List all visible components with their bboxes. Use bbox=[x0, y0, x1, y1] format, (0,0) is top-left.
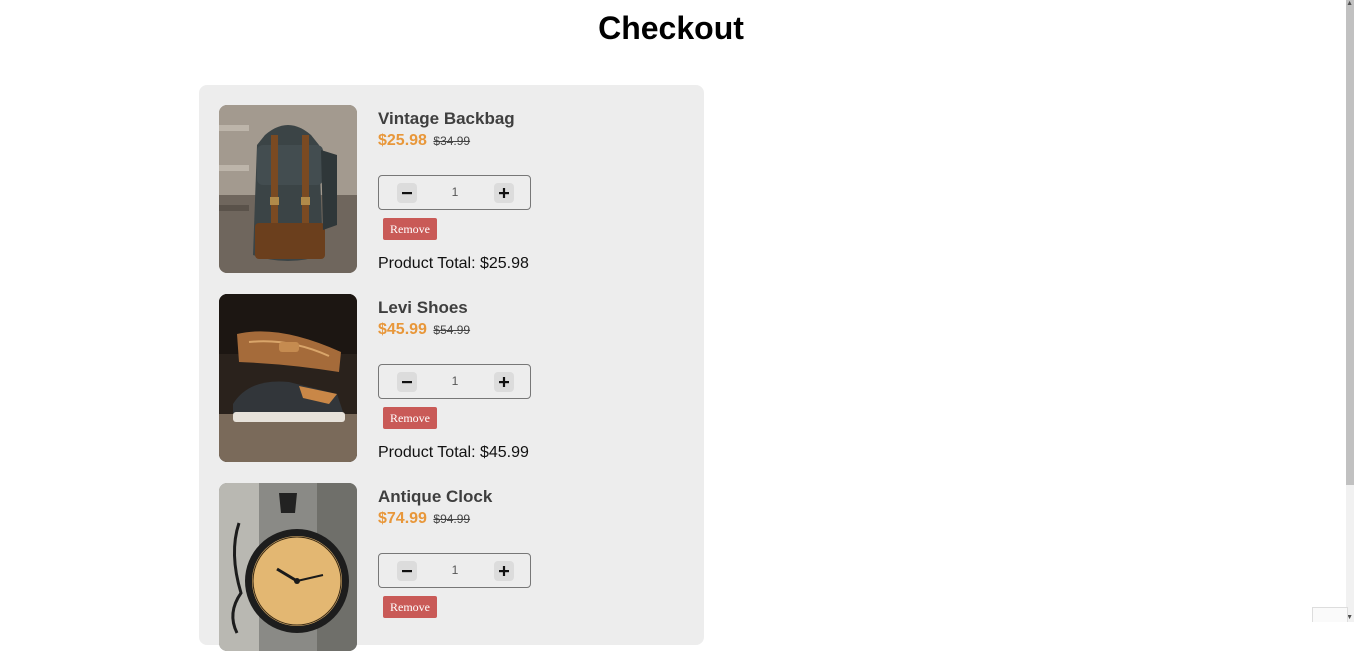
minus-icon bbox=[402, 192, 412, 195]
page-title: Checkout bbox=[598, 10, 744, 46]
cart-item: Antique Clock $74.99 $94.99 1 Remove bbox=[219, 483, 689, 653]
scrollbar-thumb[interactable] bbox=[1346, 0, 1354, 485]
quantity-value: 1 bbox=[451, 374, 459, 388]
increase-quantity-button[interactable] bbox=[494, 372, 514, 392]
plus-icon bbox=[499, 566, 509, 576]
clock-photo bbox=[219, 483, 357, 651]
original-price: $34.99 bbox=[433, 134, 471, 148]
product-name: Vintage Backbag bbox=[378, 109, 515, 128]
price-row: $25.98 $34.99 bbox=[378, 132, 470, 150]
sale-price: $25.98 bbox=[378, 132, 427, 149]
sale-price: $45.99 bbox=[378, 321, 427, 338]
price-row: $45.99 $54.99 bbox=[378, 321, 470, 339]
minus-icon bbox=[402, 570, 412, 573]
decrease-quantity-button[interactable] bbox=[397, 372, 417, 392]
original-price: $54.99 bbox=[433, 323, 471, 337]
remove-button[interactable]: Remove bbox=[383, 218, 437, 240]
sale-price: $74.99 bbox=[378, 510, 427, 527]
quantity-value: 1 bbox=[451, 563, 459, 577]
scroll-up-icon[interactable]: ▲ bbox=[1346, 0, 1353, 8]
shoes-photo bbox=[219, 294, 357, 462]
plus-icon bbox=[499, 377, 509, 387]
plus-icon bbox=[499, 188, 509, 198]
cart-item: Vintage Backbag $25.98 $34.99 1 Remove P… bbox=[219, 105, 689, 275]
corner-widget bbox=[1312, 607, 1348, 622]
cart-item: Levi Shoes $45.99 $54.99 1 Remove Produc… bbox=[219, 294, 689, 464]
quantity-stepper: 1 bbox=[378, 175, 531, 210]
product-name: Levi Shoes bbox=[378, 298, 468, 317]
decrease-quantity-button[interactable] bbox=[397, 561, 417, 581]
original-price: $94.99 bbox=[433, 512, 471, 526]
minus-icon bbox=[402, 381, 412, 384]
product-name: Antique Clock bbox=[378, 487, 493, 506]
page-scrollbar[interactable]: ▲ ▼ bbox=[1346, 0, 1354, 622]
backpack-photo bbox=[219, 105, 357, 273]
remove-button[interactable]: Remove bbox=[383, 407, 437, 429]
increase-quantity-button[interactable] bbox=[494, 561, 514, 581]
product-total: Product Total: $45.99 bbox=[378, 444, 529, 461]
price-row: $74.99 $94.99 bbox=[378, 510, 470, 528]
product-total: Product Total: $25.98 bbox=[378, 255, 529, 272]
quantity-value: 1 bbox=[451, 185, 459, 199]
cart-panel: Vintage Backbag $25.98 $34.99 1 Remove P… bbox=[199, 85, 704, 651]
increase-quantity-button[interactable] bbox=[494, 183, 514, 203]
decrease-quantity-button[interactable] bbox=[397, 183, 417, 203]
quantity-stepper: 1 bbox=[378, 364, 531, 399]
remove-button[interactable]: Remove bbox=[383, 596, 437, 618]
quantity-stepper: 1 bbox=[378, 553, 531, 588]
